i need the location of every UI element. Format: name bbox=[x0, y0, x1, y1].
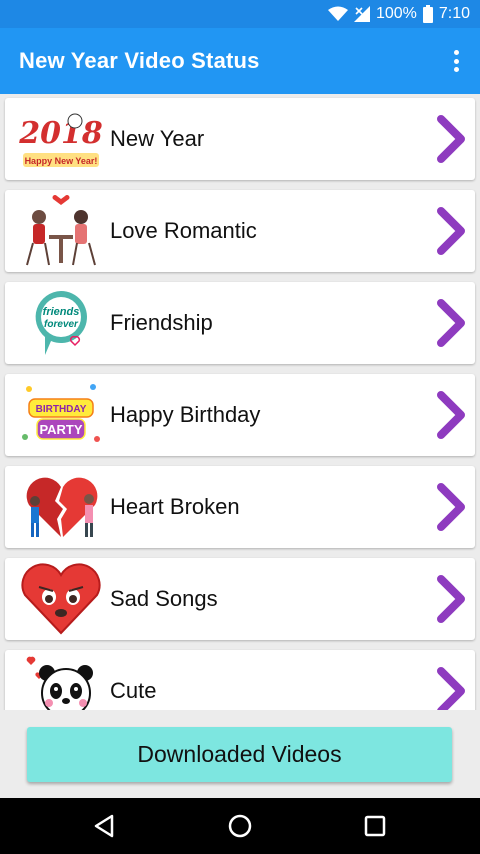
downloaded-videos-button[interactable]: Downloaded Videos bbox=[27, 727, 452, 782]
category-label: New Year bbox=[110, 126, 205, 151]
back-icon[interactable] bbox=[90, 812, 118, 840]
app-bar: New Year Video Status bbox=[0, 28, 480, 94]
battery-icon bbox=[422, 5, 433, 23]
bottom-panel: Downloaded Videos bbox=[0, 710, 480, 798]
category-item-cute[interactable]: Cute bbox=[5, 650, 475, 710]
category-item-new-year[interactable]: 2018 Happy New Year! New Year bbox=[5, 98, 475, 180]
home-icon[interactable] bbox=[226, 812, 254, 840]
category-label: Sad Songs bbox=[110, 586, 218, 611]
icon-text-forever: forever bbox=[44, 319, 79, 330]
app-title: New Year Video Status bbox=[19, 48, 260, 73]
birthday-party-icon: BIRTHDAY PARTY bbox=[22, 384, 100, 442]
category-item-love-romantic[interactable]: Love Romantic bbox=[5, 190, 475, 272]
category-label: Love Romantic bbox=[110, 218, 257, 243]
broken-heart-couple-icon bbox=[26, 477, 98, 537]
icon-text-happy-new-year: Happy New Year! bbox=[25, 156, 98, 166]
panda-icon bbox=[26, 656, 93, 710]
recents-icon[interactable] bbox=[361, 812, 389, 840]
chevron-right-icon bbox=[437, 391, 465, 439]
chevron-right-icon bbox=[437, 207, 465, 255]
category-item-friendship[interactable]: friends forever Friendship bbox=[5, 282, 475, 364]
icon-text-friends: friends bbox=[43, 306, 80, 318]
category-label: Cute bbox=[110, 678, 157, 703]
friends-forever-icon: friends forever bbox=[35, 291, 87, 355]
battery-percent: 100% bbox=[375, 5, 417, 22]
icon-text-party: PARTY bbox=[39, 422, 82, 437]
icon-text-2018: 2018 bbox=[19, 116, 103, 151]
category-label: Happy Birthday bbox=[110, 402, 261, 427]
category-item-happy-birthday[interactable]: BIRTHDAY PARTY Happy Birthday bbox=[5, 374, 475, 456]
overflow-menu-icon[interactable] bbox=[444, 48, 468, 74]
chevron-right-icon bbox=[437, 483, 465, 531]
new-year-2018-icon: 2018 Happy New Year! bbox=[19, 113, 103, 167]
category-label: Friendship bbox=[110, 310, 213, 335]
category-item-heart-broken[interactable]: Heart Broken bbox=[5, 466, 475, 548]
category-item-sad-songs[interactable]: Sad Songs bbox=[5, 558, 475, 640]
category-label: Heart Broken bbox=[110, 494, 240, 519]
category-list: 2018 Happy New Year! New Year Love Roman… bbox=[0, 94, 480, 710]
system-nav-bar bbox=[0, 798, 480, 854]
clock: 7:10 bbox=[438, 5, 470, 22]
couple-dinner-icon bbox=[26, 195, 96, 266]
chevron-right-icon bbox=[437, 299, 465, 347]
chevron-right-icon bbox=[437, 575, 465, 623]
chevron-right-icon bbox=[437, 115, 465, 163]
wifi-icon bbox=[327, 6, 348, 22]
status-bar: 100% 7:10 bbox=[0, 0, 480, 28]
icon-text-birthday: BIRTHDAY bbox=[36, 404, 87, 415]
signal-icon bbox=[353, 6, 370, 22]
chevron-right-icon bbox=[437, 667, 465, 710]
sad-heart-icon bbox=[21, 563, 101, 635]
